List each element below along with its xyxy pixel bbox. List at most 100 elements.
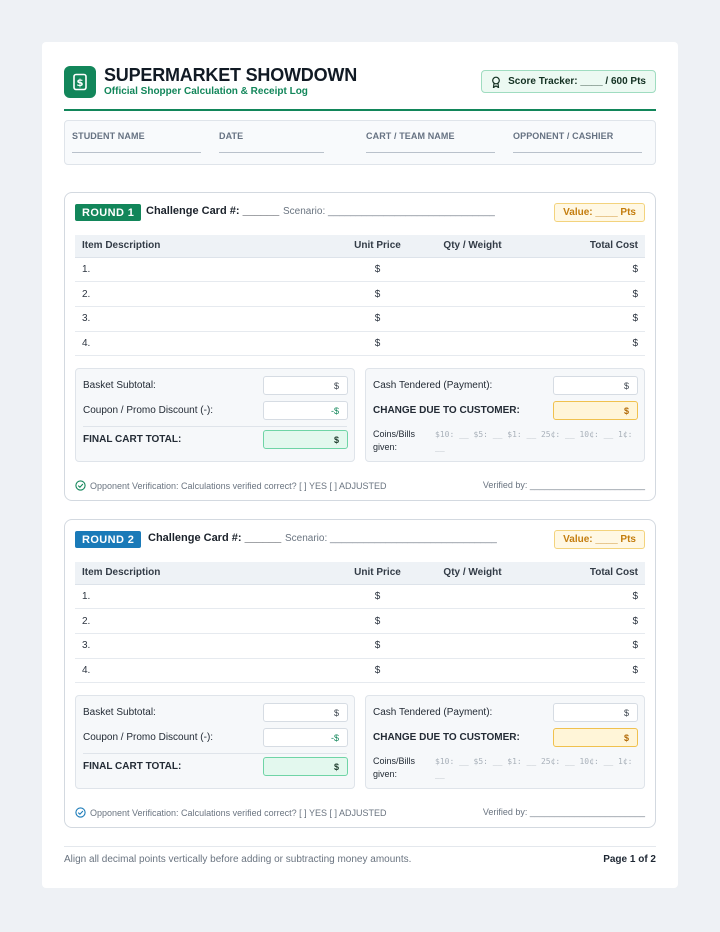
- item-cell[interactable]: 4.: [75, 658, 330, 684]
- cash-tendered-input[interactable]: $: [553, 703, 638, 722]
- unit-price-cell[interactable]: $: [330, 281, 425, 307]
- student-info-row: STUDENT NAME DATE CART / TEAM NAME OPPON…: [64, 120, 656, 165]
- award-ribbon-icon: [492, 76, 501, 88]
- cart-team-name-label: CART / TEAM NAME: [366, 131, 455, 141]
- final-cart-total-label: FINAL CART TOTAL:: [83, 761, 182, 772]
- student-name-field[interactable]: [72, 152, 201, 153]
- change-due-label: CHANGE DUE TO CUSTOMER:: [373, 405, 520, 416]
- coupon-discount-input[interactable]: -$: [263, 728, 348, 747]
- qty-cell[interactable]: [425, 658, 520, 684]
- page-title: SUPERMARKET SHOWDOWN: [104, 65, 357, 85]
- cart-totals-box: Basket Subtotal: $ Coupon / Promo Discou…: [75, 695, 355, 789]
- scenario-field: Scenario: ______________________________: [283, 206, 495, 217]
- col-total-cost: Total Cost: [520, 562, 645, 585]
- score-tracker-label: Score Tracker: ____ / 600 Pts: [508, 76, 646, 87]
- date-label: DATE: [219, 131, 244, 141]
- score-tracker: Score Tracker: ____ / 600 Pts: [481, 70, 656, 93]
- total-cell[interactable]: $: [520, 331, 645, 357]
- item-cell[interactable]: 2.: [75, 608, 330, 634]
- footer-note: Align all decimal points vertically befo…: [64, 854, 412, 865]
- col-unit-price: Unit Price: [330, 562, 425, 585]
- page-number: Page 1 of 2: [603, 854, 656, 865]
- qty-cell[interactable]: [425, 306, 520, 332]
- total-cell[interactable]: $: [520, 658, 645, 684]
- item-cell[interactable]: 1.: [75, 584, 330, 610]
- col-unit-price: Unit Price: [330, 235, 425, 258]
- item-table: Item Description Unit Price Qty / Weight…: [75, 235, 645, 357]
- qty-cell[interactable]: [425, 608, 520, 634]
- qty-cell[interactable]: [425, 331, 520, 357]
- opponent-cashier-field[interactable]: [513, 152, 642, 153]
- total-cell[interactable]: $: [520, 257, 645, 283]
- table-row: 2. $ $: [75, 608, 645, 634]
- col-total-cost: Total Cost: [520, 235, 645, 258]
- final-cart-total-label: FINAL CART TOTAL:: [83, 434, 182, 445]
- qty-cell[interactable]: [425, 584, 520, 610]
- coins-bills-fields[interactable]: $10: __ $5: __ $1: __ 25¢: __ 10¢: __ 1¢…: [435, 755, 635, 781]
- item-cell[interactable]: 3.: [75, 633, 330, 659]
- basket-subtotal-input[interactable]: $: [263, 703, 348, 722]
- final-cart-total-input[interactable]: $: [263, 757, 348, 776]
- col-qty-weight: Qty / Weight: [425, 235, 520, 258]
- cart-totals-box: Basket Subtotal: $ Coupon / Promo Discou…: [75, 368, 355, 462]
- challenge-card-number: Challenge Card #: ______: [146, 205, 280, 217]
- total-cell[interactable]: $: [520, 584, 645, 610]
- svg-text:$: $: [77, 78, 84, 89]
- change-due-input[interactable]: $: [553, 401, 638, 420]
- qty-cell[interactable]: [425, 257, 520, 283]
- opponent-cashier-label: OPPONENT / CASHIER: [513, 131, 614, 141]
- basket-subtotal-input[interactable]: $: [263, 376, 348, 395]
- coupon-discount-input[interactable]: -$: [263, 401, 348, 420]
- unit-price-cell[interactable]: $: [330, 608, 425, 634]
- table-row: 4. $ $: [75, 658, 645, 684]
- unit-price-cell[interactable]: $: [330, 306, 425, 332]
- date-field[interactable]: [219, 152, 324, 153]
- divider: [83, 753, 347, 754]
- worksheet-page: $ SUPERMARKET SHOWDOWN Official Shopper …: [42, 42, 678, 888]
- change-due-input[interactable]: $: [553, 728, 638, 747]
- total-cell[interactable]: $: [520, 306, 645, 332]
- round-badge: ROUND 1: [75, 204, 142, 221]
- table-row: 1. $ $: [75, 584, 645, 610]
- unit-price-cell[interactable]: $: [330, 633, 425, 659]
- student-name-label: STUDENT NAME: [72, 131, 145, 141]
- table-row: 1. $ $: [75, 257, 645, 283]
- cart-team-name-field[interactable]: [366, 152, 495, 153]
- scenario-field: Scenario: ______________________________: [285, 533, 497, 544]
- total-cell[interactable]: $: [520, 608, 645, 634]
- unit-price-cell[interactable]: $: [330, 658, 425, 684]
- col-item-description: Item Description: [75, 235, 330, 258]
- verified-by-field: Verified by: _______________________: [482, 807, 645, 817]
- cash-tendered-label: Cash Tendered (Payment):: [373, 707, 493, 718]
- verification-text: Opponent Verification: Calculations veri…: [90, 480, 387, 491]
- item-cell[interactable]: 1.: [75, 257, 330, 283]
- round-1-card: ROUND 1 Challenge Card #: ______ Scenari…: [64, 192, 656, 501]
- item-cell[interactable]: 3.: [75, 306, 330, 332]
- final-cart-total-input[interactable]: $: [263, 430, 348, 449]
- coupon-discount-label: Coupon / Promo Discount (-):: [83, 732, 214, 743]
- table-row: 3. $ $: [75, 633, 645, 659]
- dollar-receipt-icon: $: [64, 66, 96, 98]
- item-cell[interactable]: 4.: [75, 331, 330, 357]
- challenge-card-number: Challenge Card #: ______: [148, 532, 282, 544]
- cash-tendered-input[interactable]: $: [553, 376, 638, 395]
- unit-price-cell[interactable]: $: [330, 584, 425, 610]
- divider: [83, 426, 347, 427]
- total-cell[interactable]: $: [520, 633, 645, 659]
- coins-bills-label: Coins/Bills given:: [373, 756, 416, 779]
- col-item-description: Item Description: [75, 562, 330, 585]
- unit-price-cell[interactable]: $: [330, 257, 425, 283]
- qty-cell[interactable]: [425, 281, 520, 307]
- coins-bills-label: Coins/Bills given:: [373, 429, 416, 452]
- round-badge: ROUND 2: [75, 531, 142, 548]
- qty-cell[interactable]: [425, 633, 520, 659]
- payment-box: Cash Tendered (Payment): $ CHANGE DUE TO…: [365, 368, 645, 462]
- page-subtitle: Official Shopper Calculation & Receipt L…: [104, 86, 308, 97]
- unit-price-cell[interactable]: $: [330, 331, 425, 357]
- check-circle-icon: [75, 480, 86, 491]
- coins-bills-fields[interactable]: $10: __ $5: __ $1: __ 25¢: __ 10¢: __ 1¢…: [435, 428, 635, 454]
- item-cell[interactable]: 2.: [75, 281, 330, 307]
- total-cell[interactable]: $: [520, 281, 645, 307]
- opponent-verification: Opponent Verification: Calculations veri…: [75, 480, 386, 491]
- round-2-card: ROUND 2 Challenge Card #: ______ Scenari…: [64, 519, 656, 828]
